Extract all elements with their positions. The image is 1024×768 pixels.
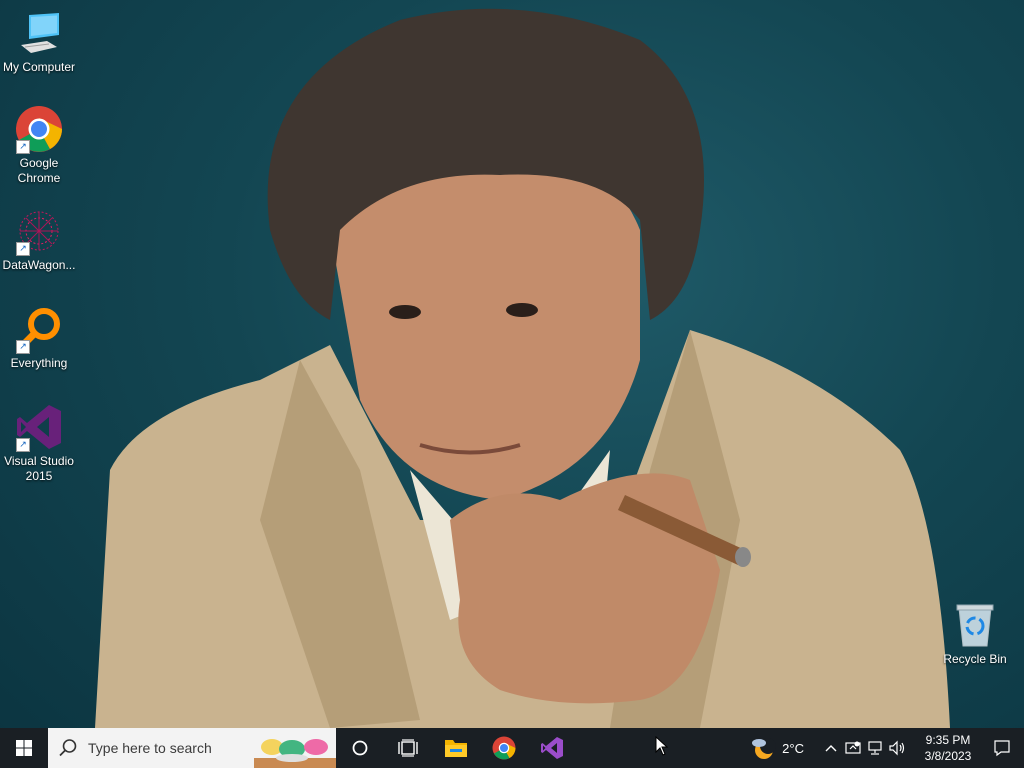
desktop-icon-my-computer[interactable]: My Computer [1,8,77,75]
action-center-button[interactable] [980,728,1024,768]
search-everything-icon: ↗ [14,304,64,354]
file-explorer-icon [445,740,467,757]
visual-studio-icon: ↗ [14,402,64,452]
network-icon [868,741,882,755]
taskbar: Type here to search 2°C 9:35 PM 3/8/2023 [0,728,1024,768]
visual-studio-taskbar-button[interactable] [528,728,576,768]
recycle-bin-icon [950,600,1000,650]
temperature-label: 2°C [782,740,804,756]
desktop-icon-label: Recycle Bin [943,652,1007,666]
windows-icon [16,740,32,756]
volume-button[interactable] [886,728,908,768]
file-explorer-button[interactable] [432,728,480,768]
computer-icon [14,8,64,58]
device-status-icon [845,741,861,754]
desktop-icon-visual-studio[interactable]: ↗ Visual Studio 2015 [1,402,77,484]
desktop: My Computer ↗ Google Chrome ↗ DataWagon.… [0,0,1024,728]
shortcut-arrow-icon: ↗ [16,140,30,154]
clock-date: 3/8/2023 [924,749,972,763]
desktop-icon-label: DataWagon... [2,258,76,272]
cortana-button[interactable] [336,728,384,768]
taskbar-search-box[interactable]: Type here to search [48,728,336,768]
wallpaper-portrait [95,8,950,728]
tray-device-icon-button[interactable] [842,728,864,768]
desktop-icon-recycle-bin[interactable]: Recycle Bin [937,600,1013,667]
desktop-icon-label: Visual Studio 2015 [4,454,74,483]
shortcut-arrow-icon: ↗ [16,242,30,256]
network-button[interactable] [864,728,886,768]
desktop-icon-label: Google Chrome [17,156,61,185]
chrome-taskbar-button[interactable] [480,728,528,768]
visual-studio-icon [541,737,563,759]
task-view-button[interactable] [384,728,432,768]
weather-moon-icon [752,738,777,759]
weather-widget[interactable]: 2°C [750,736,804,760]
taskbar-clock[interactable]: 9:35 PM 3/8/2023 [916,732,980,764]
volume-icon [889,740,905,756]
desktop-icon-everything[interactable]: ↗ Everything [1,304,77,371]
datawagon-icon: ↗ [14,206,64,256]
search-placeholder: Type here to search [88,740,212,756]
shortcut-arrow-icon: ↗ [16,438,30,452]
desktop-icon-label: My Computer [2,60,76,74]
shortcut-arrow-icon: ↗ [16,340,30,354]
chrome-icon [492,736,516,760]
clock-time: 9:35 PM [925,733,971,747]
start-button[interactable] [0,728,48,768]
task-view-icon [398,739,418,757]
notification-icon [994,740,1010,757]
system-tray: 2°C 9:35 PM 3/8/2023 [750,728,1024,768]
cortana-icon [352,740,368,756]
search-highlight-art-icon [254,739,336,768]
chevron-up-icon [825,745,837,752]
search-icon [59,739,77,757]
mouse-cursor-icon [655,736,669,756]
desktop-icon-datawagon[interactable]: ↗ DataWagon... [1,206,77,273]
show-hidden-icons-button[interactable] [820,728,842,768]
desktop-icon-google-chrome[interactable]: ↗ Google Chrome [1,104,77,186]
chrome-icon: ↗ [14,104,64,154]
desktop-icon-label: Everything [10,356,68,370]
